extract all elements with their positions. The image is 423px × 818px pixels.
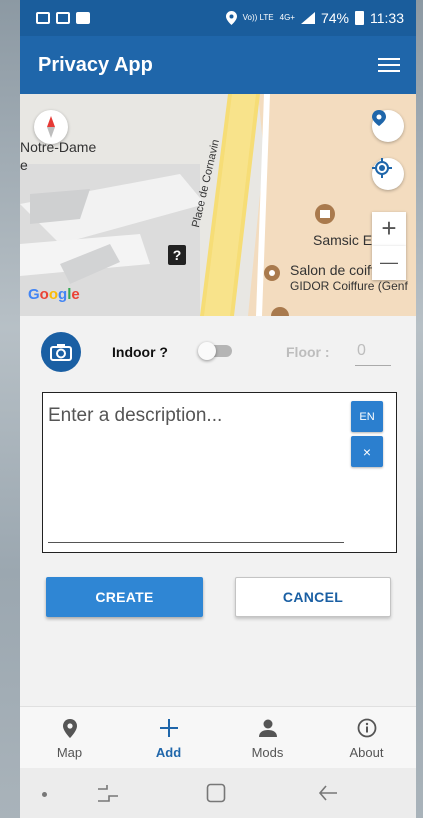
tab-mods[interactable]: Mods	[218, 707, 317, 768]
person-icon	[258, 719, 277, 737]
tab-mods-label: Mods	[251, 745, 284, 760]
app-bar: Privacy App	[20, 36, 416, 94]
battery-icon	[355, 11, 364, 25]
add-form: Indoor ? Floor : EN × CREATE CANCEL	[20, 316, 416, 706]
system-nav-bar	[20, 768, 416, 818]
hamburger-icon[interactable]	[378, 57, 400, 73]
svg-text:?: ?	[173, 247, 182, 263]
info-icon	[357, 718, 376, 738]
wallpaper-left	[0, 0, 20, 818]
tab-about[interactable]: About	[317, 707, 416, 768]
my-location-fab[interactable]	[372, 158, 404, 190]
network-type: 4G+	[279, 13, 295, 22]
tab-map[interactable]: Map	[20, 707, 119, 768]
tab-map-label: Map	[56, 745, 83, 760]
crosshair-icon	[372, 158, 392, 178]
volte-indicator: Vo)) LTE	[242, 13, 274, 22]
floor-input[interactable]	[355, 336, 391, 366]
description-input[interactable]	[48, 405, 344, 543]
home-icon[interactable]	[206, 783, 226, 803]
google-logo: Google	[28, 286, 80, 303]
compass-button[interactable]	[34, 110, 68, 144]
tab-add[interactable]: Add	[119, 707, 218, 768]
bottom-tab-bar: Map Add Mods About	[20, 706, 416, 768]
language-button[interactable]: EN	[351, 401, 383, 432]
clock: 11:33	[370, 10, 404, 26]
map-label-notre-dame-cont: e	[20, 157, 28, 173]
compass-icon	[47, 116, 55, 138]
mail-notification-icon	[56, 12, 70, 24]
map-pin-icon	[372, 110, 386, 126]
tab-about-label: About	[349, 745, 384, 760]
nav-dot	[42, 792, 47, 797]
gallery-notification-icon	[36, 12, 50, 24]
tab-add-label: Add	[155, 745, 182, 760]
indoor-label: Indoor ?	[112, 344, 168, 360]
zoom-in-button[interactable]: +	[372, 212, 406, 246]
map-pin-icon	[62, 718, 77, 738]
marker-fab[interactable]	[372, 110, 404, 142]
camera-button[interactable]	[41, 332, 81, 372]
clear-button[interactable]: ×	[351, 436, 383, 467]
plus-icon	[159, 719, 178, 737]
status-bar: Vo)) LTE 4G+ 74% 11:33	[20, 0, 416, 36]
create-button[interactable]: CREATE	[46, 577, 203, 617]
zoom-out-button[interactable]: —	[372, 246, 406, 280]
camera-icon	[50, 344, 72, 361]
back-icon[interactable]	[318, 784, 338, 802]
cancel-button[interactable]: CANCEL	[235, 577, 391, 617]
app-screen: Vo)) LTE 4G+ 74% 11:33 Privacy App ? Not…	[20, 0, 416, 818]
recents-icon[interactable]	[97, 783, 119, 803]
indoor-toggle[interactable]	[198, 342, 232, 360]
map-label-gidor: GIDOR Coiffure (Genf	[290, 279, 408, 293]
app-title: Privacy App	[38, 53, 153, 76]
floor-label: Floor :	[286, 344, 330, 360]
map-view[interactable]: ? Notre-Dame e Place de Cornavin Samsic …	[20, 94, 416, 316]
battery-percent: 74%	[320, 10, 349, 26]
location-icon	[225, 11, 237, 25]
signal-icon	[300, 12, 315, 24]
linkedin-notification-icon	[76, 12, 90, 24]
description-box: EN ×	[42, 392, 397, 553]
